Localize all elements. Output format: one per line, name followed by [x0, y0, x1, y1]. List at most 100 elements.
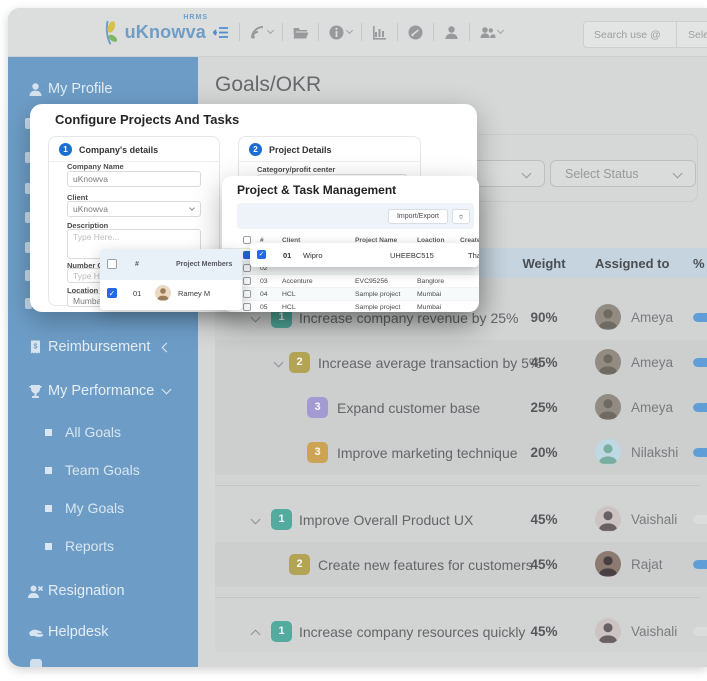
- progress-bar: [693, 358, 707, 367]
- bullet-icon: [45, 467, 52, 474]
- chevron-down-icon: [161, 384, 172, 395]
- delete-button[interactable]: [452, 208, 470, 224]
- progress-bar: [693, 313, 707, 322]
- row-checkbox[interactable]: [243, 277, 251, 285]
- brand-logo[interactable]: uKnowva HRMS: [100, 12, 208, 54]
- sidebar-item-resignation[interactable]: Resignation: [8, 579, 198, 605]
- avatar: [595, 394, 621, 420]
- goal-row[interactable]: 1 Improve Overall Product UX 45% Vaishal…: [215, 497, 707, 542]
- modal-toolbar: Import/Export: [237, 203, 474, 229]
- avatar: [595, 618, 621, 644]
- dragged-project-row[interactable]: ✓ 01 Wipro UHEEBC515 Thane: [250, 243, 479, 267]
- column-progress: % Progress: [693, 256, 707, 271]
- receipt-icon: $: [31, 340, 40, 354]
- expand-chevron-icon[interactable]: [273, 357, 284, 368]
- goals-rows: 1 Increase company revenue by 25% 90% Am…: [215, 295, 707, 654]
- row-checkbox[interactable]: ✓: [257, 250, 266, 259]
- members-table-header: # Project Members: [100, 249, 242, 280]
- expand-chevron-icon[interactable]: [250, 629, 261, 640]
- weight-value: 45%: [530, 624, 558, 639]
- chevron-down-icon: [496, 26, 505, 35]
- goal-title: Increase average transaction by 5%: [318, 355, 542, 371]
- row-checkbox[interactable]: [243, 303, 251, 311]
- sidebar-item-helpdesk[interactable]: Helpdesk: [8, 620, 198, 646]
- sidebar-item-reports[interactable]: Reports: [8, 535, 198, 559]
- sidebar-item-team-goals[interactable]: Team Goals: [8, 459, 198, 483]
- bar-chart-icon[interactable]: [371, 24, 388, 41]
- step-title: Project Details: [269, 144, 332, 155]
- goal-row[interactable]: 2 Create new features for customers 45% …: [215, 542, 707, 598]
- feed-icon[interactable]: [249, 24, 275, 41]
- progress-bar: [693, 403, 707, 412]
- sidebar-item-all-goals[interactable]: All Goals: [8, 421, 198, 445]
- bullet-icon: [45, 543, 52, 550]
- project-row[interactable]: 03 Accenture EVC95256 Banglore: [222, 275, 479, 288]
- row-checkbox[interactable]: [243, 290, 251, 298]
- expand-chevron-icon[interactable]: [250, 514, 261, 525]
- assignee-name: Ameya: [631, 309, 674, 325]
- level-badge: 3: [307, 442, 328, 463]
- assignee: Ameya: [595, 349, 673, 375]
- chevron-down-icon: [266, 26, 275, 35]
- column-project-members: Project Members: [176, 261, 233, 268]
- step-number-badge: 1: [59, 143, 72, 156]
- modal-title: Configure Projects And Tasks: [55, 112, 240, 127]
- progress-bar: [693, 560, 707, 569]
- brand-badge: HRMS: [183, 14, 208, 21]
- goal-row[interactable]: 2 Increase average transaction by 5% 45%…: [215, 340, 707, 385]
- assignee-name: Rajat: [631, 556, 663, 572]
- assignee: Ameya: [595, 304, 673, 330]
- goal-row[interactable]: 1 Increase company resources quickly 45%…: [215, 609, 707, 654]
- sidebar-item-my-profile[interactable]: My Profile: [8, 77, 198, 103]
- hidden-menu-icon: [30, 659, 42, 667]
- sidebar-item-reimbursement[interactable]: $ Reimbursement: [8, 335, 198, 361]
- import-export-button[interactable]: Import/Export: [387, 208, 448, 224]
- chevron-left-icon: [161, 342, 172, 353]
- search-input[interactable]: [584, 28, 676, 41]
- avatar: [595, 551, 621, 577]
- modal-title: Project & Task Management: [237, 183, 397, 197]
- chevron-down-icon: [345, 26, 354, 35]
- top-toolbar: [213, 19, 505, 45]
- global-search: Select: [583, 21, 707, 48]
- select-all-checkbox[interactable]: [243, 236, 251, 244]
- row-checkbox[interactable]: ✓: [107, 288, 117, 298]
- goal-title: Increase company revenue by 25%: [299, 310, 519, 326]
- assignee: Nilakshi: [595, 439, 678, 465]
- project-row[interactable]: 05 HCL Sample project Mumbai: [222, 301, 479, 312]
- user-icon[interactable]: [443, 24, 460, 41]
- project-row[interactable]: 04 HCL Sample project Mumbai: [222, 288, 479, 301]
- progress-bar: [693, 448, 707, 457]
- select-all-checkbox[interactable]: [107, 259, 117, 269]
- dashboard-gauge-icon[interactable]: [407, 24, 424, 41]
- client-select[interactable]: uKnowva: [67, 201, 201, 217]
- bullet-icon: [45, 505, 52, 512]
- sidebar-toggle-icon[interactable]: [213, 24, 230, 41]
- users-icon[interactable]: [479, 24, 505, 41]
- info-icon[interactable]: [328, 24, 354, 41]
- level-badge: 2: [289, 352, 310, 373]
- column-weight: Weight: [522, 256, 566, 271]
- avatar: [595, 506, 621, 532]
- sidebar-item-my-performance[interactable]: My Performance: [8, 379, 198, 405]
- expand-chevron-icon[interactable]: [250, 312, 261, 323]
- status-filter-select[interactable]: Select Status: [550, 160, 696, 187]
- weight-value: 45%: [530, 355, 558, 370]
- goal-title: Improve marketing technique: [337, 445, 518, 461]
- weight-value: 20%: [530, 445, 558, 460]
- search-scope-select[interactable]: Select: [677, 29, 707, 41]
- goal-title: Create new features for customers: [318, 557, 533, 573]
- goal-title: Improve Overall Product UX: [299, 512, 474, 528]
- company-name-input[interactable]: uKnowva: [67, 171, 201, 187]
- progress-bar: [693, 627, 707, 636]
- folder-icon[interactable]: [292, 24, 309, 41]
- goal-row[interactable]: 3 Expand customer base 25% Ameya: [215, 385, 707, 430]
- level-badge: 3: [307, 397, 328, 418]
- goal-row[interactable]: 3 Improve marketing technique 20% Nilaks…: [215, 430, 707, 486]
- sidebar-item-my-goals[interactable]: My Goals: [8, 497, 198, 521]
- column-assigned-to: Assigned to: [595, 256, 670, 271]
- avatar: [595, 304, 621, 330]
- member-row[interactable]: ✓ 01 Ramey M: [100, 280, 242, 307]
- goal-title: Increase company resources quickly: [299, 624, 526, 640]
- leaf-logo-icon: [105, 20, 118, 45]
